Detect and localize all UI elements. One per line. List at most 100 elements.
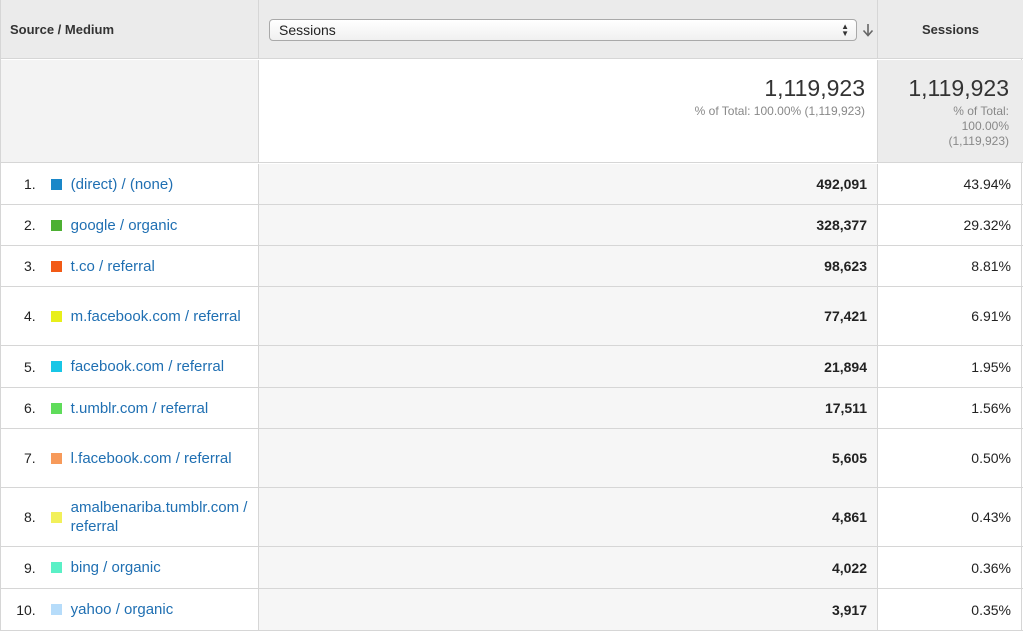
total-percent-label-right: % of Total: 100.00% (1,119,923) — [948, 104, 1010, 148]
row-index: 4. — [23, 308, 36, 324]
header-metric-column: Sessions ▲ ▼ — [258, 0, 878, 58]
source-medium-link[interactable]: amalbenariba.tumblr.com / referral — [71, 498, 258, 536]
sessions-value: 5,605 — [831, 450, 867, 466]
totals-sessions-cell: 1,119,923 % of Total: 100.00% (1,119,923… — [878, 60, 1023, 162]
sessions-percent: 43.94% — [963, 176, 1011, 192]
row-index: 7. — [23, 450, 36, 466]
series-color-swatch — [50, 604, 62, 615]
series-color-swatch — [50, 452, 62, 464]
source-cell: 3. t.co / referral — [1, 246, 258, 286]
source-cell: 10. yahoo / organic — [1, 589, 258, 630]
header-source-medium[interactable]: Source / Medium — [1, 0, 258, 58]
series-color-swatch — [50, 310, 62, 322]
source-medium-link[interactable]: facebook.com / referral — [71, 357, 258, 376]
sessions-percent: 1.56% — [971, 400, 1011, 416]
metric-cell: 5,605 — [258, 429, 878, 487]
header-source-medium-label: Source / Medium — [10, 22, 115, 37]
table-row: 9. bing / organic 4,022 0.36% — [1, 547, 1023, 589]
table-row: 3. t.co / referral 98,623 8.81% — [1, 246, 1023, 287]
series-color-swatch — [50, 402, 62, 414]
metric-cell: 17,511 — [258, 388, 878, 428]
metric-cell: 328,377 — [258, 205, 878, 245]
header-sessions-label: Sessions — [921, 22, 980, 37]
sessions-value: 21,894 — [824, 358, 867, 375]
series-color-swatch — [50, 219, 62, 231]
sessions-value: 4,861 — [831, 509, 867, 525]
table-row: 10. yahoo / organic 3,917 0.35% — [1, 589, 1023, 631]
metric-cell: 3,917 — [258, 589, 878, 630]
total-sessions-value-right: 1,119,923 — [908, 75, 1009, 101]
row-index: 9. — [23, 559, 36, 576]
series-color-swatch — [50, 562, 62, 573]
source-medium-link[interactable]: google / organic — [71, 216, 258, 235]
row-index: 8. — [23, 509, 36, 525]
percent-cell: 1.95% — [878, 346, 1023, 387]
totals-row: 1,119,923 % of Total: 100.00% (1,119,923… — [1, 60, 1023, 163]
table-row: 5. facebook.com / referral 21,894 1.95% — [1, 346, 1023, 388]
source-cell: 8. amalbenariba.tumblr.com / referral — [1, 488, 258, 546]
source-cell: 4. m.facebook.com / referral — [1, 287, 258, 345]
sessions-value: 492,091 — [816, 176, 867, 192]
header-sessions[interactable]: Sessions — [878, 0, 1023, 58]
table-row: 1. (direct) / (none) 492,091 43.94% — [1, 164, 1023, 205]
metric-select-value: Sessions — [279, 22, 336, 38]
sessions-percent: 0.35% — [971, 601, 1011, 618]
source-cell: 2. google / organic — [1, 205, 258, 245]
source-medium-link[interactable]: t.co / referral — [71, 257, 258, 276]
metric-cell: 492,091 — [258, 164, 878, 204]
table-row: 4. m.facebook.com / referral 77,421 6.91% — [1, 287, 1023, 346]
percent-cell: 43.94% — [878, 164, 1023, 204]
sessions-value: 4,022 — [831, 559, 867, 576]
sessions-percent: 1.95% — [971, 358, 1011, 375]
percent-cell: 0.35% — [878, 589, 1023, 630]
table-header: Source / Medium Sessions ▲ ▼ Sessions — [1, 0, 1023, 59]
metric-select-dropdown[interactable]: Sessions ▲ ▼ — [269, 19, 857, 41]
sessions-percent: 0.43% — [971, 509, 1011, 525]
source-medium-link[interactable]: yahoo / organic — [71, 600, 258, 619]
sessions-percent: 8.81% — [971, 258, 1011, 274]
metric-cell: 77,421 — [258, 287, 878, 345]
source-cell: 5. facebook.com / referral — [1, 346, 258, 387]
sessions-value: 3,917 — [831, 601, 867, 618]
source-medium-link[interactable]: t.umblr.com / referral — [71, 399, 258, 418]
sessions-percent: 0.50% — [971, 450, 1011, 466]
table-row: 8. amalbenariba.tumblr.com / referral 4,86… — [1, 488, 1023, 547]
row-index: 1. — [23, 176, 36, 192]
sessions-value: 98,623 — [824, 258, 867, 274]
table-row: 7. l.facebook.com / referral 5,605 0.50% — [1, 429, 1023, 488]
table-row: 6. t.umblr.com / referral 17,511 1.56% — [1, 388, 1023, 429]
totals-label-cell — [1, 60, 258, 162]
source-medium-report-table: Source / Medium Sessions ▲ ▼ Sessions 1,1… — [0, 0, 1023, 631]
row-index: 2. — [23, 217, 36, 233]
row-index: 6. — [23, 400, 36, 416]
source-medium-link[interactable]: m.facebook.com / referral — [71, 307, 258, 326]
source-medium-link[interactable]: l.facebook.com / referral — [71, 449, 258, 468]
sort-descending-icon[interactable] — [861, 20, 875, 40]
percent-cell: 29.32% — [878, 205, 1023, 245]
sessions-value: 77,421 — [824, 308, 867, 324]
source-cell: 1. (direct) / (none) — [1, 164, 258, 204]
percent-cell: 1.56% — [878, 388, 1023, 428]
row-index: 3. — [23, 258, 36, 274]
source-cell: 9. bing / organic — [1, 547, 258, 588]
sessions-percent: 0.36% — [971, 559, 1011, 576]
metric-cell: 98,623 — [258, 246, 878, 286]
percent-cell: 8.81% — [878, 246, 1023, 286]
select-arrows-icon: ▲ ▼ — [841, 22, 849, 38]
percent-cell: 0.43% — [878, 488, 1023, 546]
source-medium-link[interactable]: (direct) / (none) — [71, 175, 258, 194]
source-medium-link[interactable]: bing / organic — [71, 558, 258, 577]
series-color-swatch — [50, 260, 62, 272]
row-index: 10. — [16, 601, 36, 618]
metric-cell: 4,022 — [258, 547, 878, 588]
total-sessions-value: 1,119,923 — [764, 75, 865, 101]
percent-cell: 0.50% — [878, 429, 1023, 487]
source-cell: 7. l.facebook.com / referral — [1, 429, 258, 487]
totals-metric-cell: 1,119,923 % of Total: 100.00% (1,119,923… — [258, 60, 878, 162]
series-color-swatch — [50, 178, 62, 190]
row-index: 5. — [23, 358, 36, 375]
sessions-percent: 6.91% — [971, 308, 1011, 324]
percent-cell: 0.36% — [878, 547, 1023, 588]
series-color-swatch — [50, 361, 62, 372]
percent-cell: 6.91% — [878, 287, 1023, 345]
